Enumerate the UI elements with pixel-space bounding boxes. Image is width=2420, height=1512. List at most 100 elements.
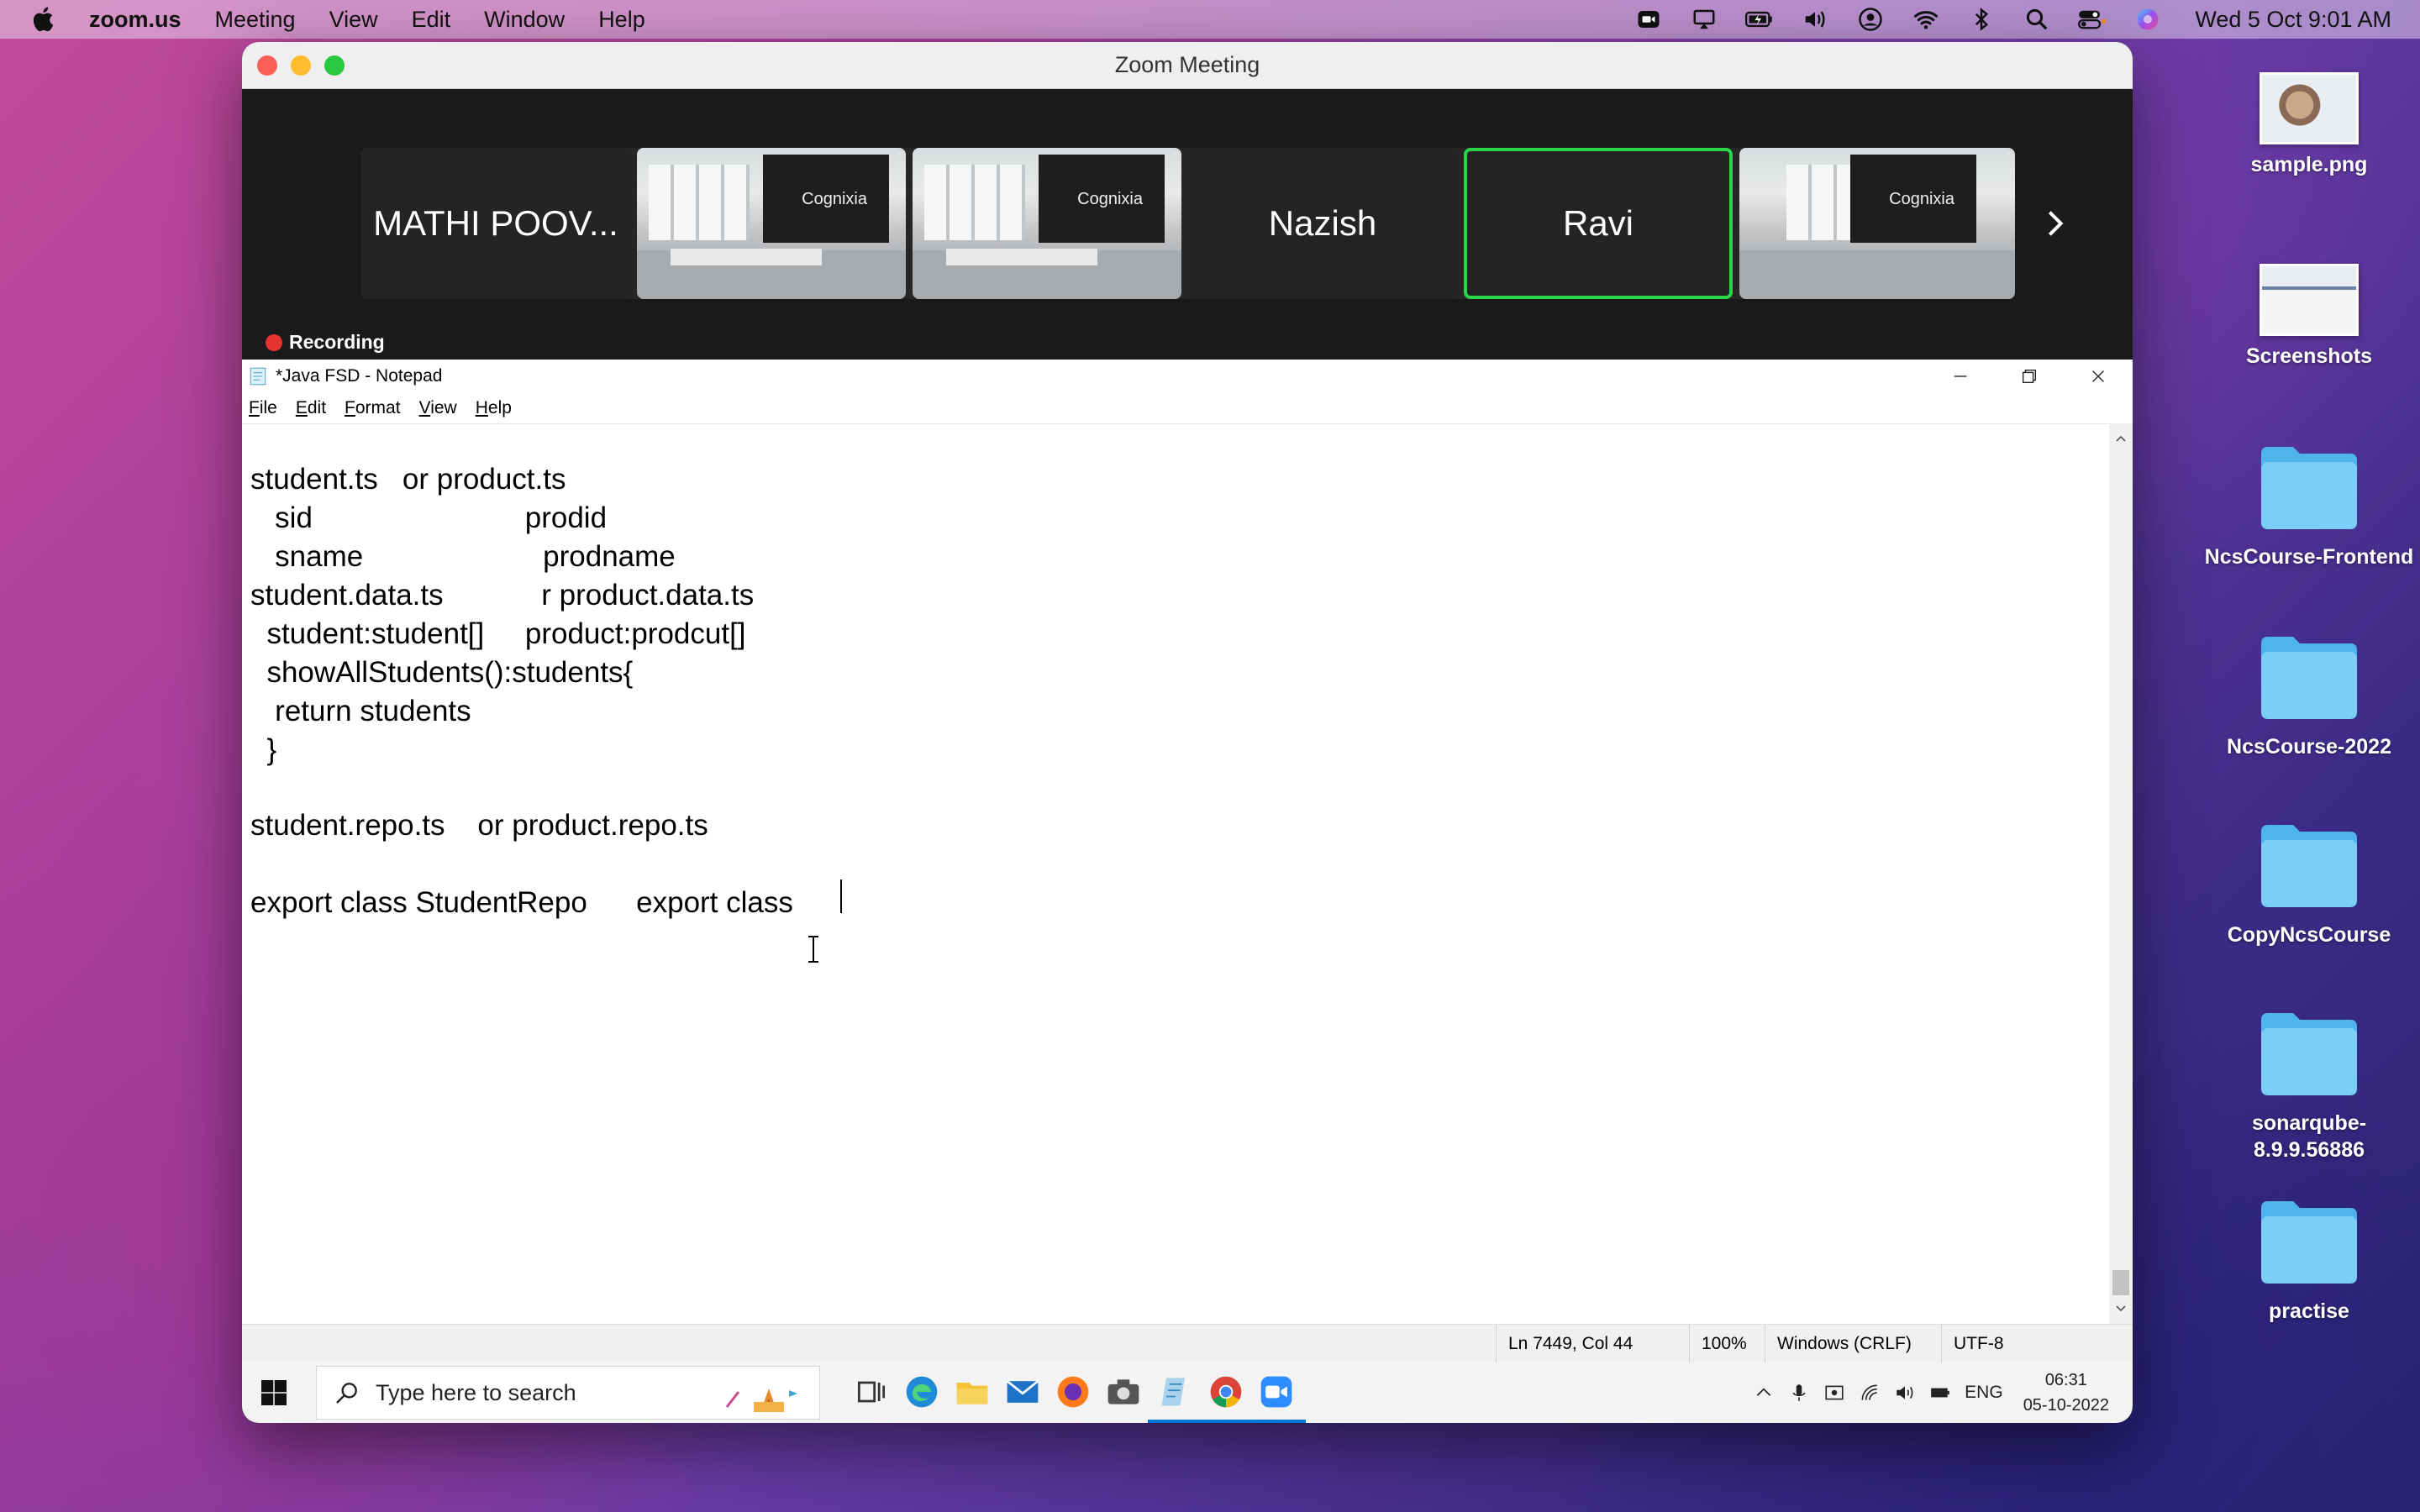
chevron-up-icon[interactable] [1753, 1382, 1775, 1404]
task-view-icon[interactable] [852, 1373, 891, 1411]
desktop-folder-sonarqube[interactable]: sonarqube-8.9.9.56886 [2200, 1008, 2418, 1163]
menu-bar-clock[interactable]: Wed 5 Oct 9:01 AM [2195, 7, 2391, 33]
volume-icon[interactable] [1800, 7, 1830, 32]
menu-view[interactable]: View [419, 398, 457, 418]
participant-tile-nazish[interactable]: Nazish [1188, 148, 1457, 299]
zoom-video-icon[interactable] [1634, 7, 1664, 32]
file-explorer-icon[interactable] [953, 1373, 992, 1411]
desktop-item-screenshots[interactable]: Screenshots [2200, 264, 2418, 370]
desktop-item-sample-png[interactable]: sample.png [2200, 72, 2418, 178]
windows-start-icon[interactable] [259, 1378, 289, 1408]
meet-now-icon[interactable] [1823, 1382, 1845, 1404]
folder-icon [2261, 1013, 2357, 1095]
desktop-folder-ncscourse-2022[interactable]: NcsCourse-2022 [2200, 632, 2418, 760]
menu-view[interactable]: View [329, 7, 378, 33]
edge-browser-icon[interactable] [902, 1373, 941, 1411]
restore-icon [2022, 369, 2037, 384]
notepad-minimize-button[interactable] [1926, 360, 1995, 393]
recording-indicator[interactable]: Recording [266, 331, 385, 354]
speaker-icon[interactable] [1894, 1382, 1916, 1404]
menu-edit[interactable]: Edit [296, 398, 326, 418]
notepad-text-area[interactable]: student.ts or product.ts sid prodid snam… [242, 423, 2109, 1324]
wifi-icon[interactable] [1911, 7, 1941, 32]
desktop-folder-practise[interactable]: practise [2200, 1196, 2418, 1325]
text-line: student.data.ts r product.data.ts [250, 579, 755, 612]
text-line: sid prodid [250, 501, 608, 534]
chrome-icon[interactable] [1207, 1373, 1245, 1411]
text-line: student.ts or product.ts [250, 463, 566, 496]
spotlight-search-icon[interactable] [2022, 7, 2052, 32]
battery-icon[interactable] [1744, 7, 1775, 32]
zoom-title-bar[interactable]: Zoom Meeting [242, 42, 2133, 89]
zoom-taskbar-icon[interactable] [1257, 1373, 1296, 1411]
notepad-title-bar[interactable]: *Java FSD - Notepad [242, 360, 2133, 393]
menu-file[interactable]: File [249, 398, 277, 418]
fullscreen-window-button[interactable] [324, 55, 345, 76]
language-indicator[interactable]: ENG [1965, 1383, 2003, 1403]
camera-icon[interactable] [1104, 1373, 1143, 1411]
siri-icon[interactable] [2133, 7, 2163, 32]
taskbar-date: 05-10-2022 [2023, 1396, 2109, 1415]
notepad-window-controls [1926, 360, 2133, 393]
screenshot-thumbnail [2260, 264, 2359, 336]
screen-mirroring-icon[interactable] [1689, 7, 1719, 32]
taskbar-search-box[interactable]: Type here to search [316, 1366, 820, 1420]
office-window-image [649, 165, 750, 240]
menu-app-name[interactable]: zoom.us [89, 7, 182, 33]
menu-help[interactable]: Help [598, 7, 645, 33]
bluetooth-icon[interactable] [1966, 7, 1996, 32]
apple-icon[interactable] [30, 4, 59, 34]
notepad-taskbar-icon[interactable] [1156, 1373, 1195, 1411]
macos-menu-bar: zoom.us Meeting View Edit Window Help We… [0, 0, 2420, 39]
participant-tile-ravi-active-speaker[interactable]: Ravi [1464, 148, 1733, 299]
network-icon[interactable] [1859, 1382, 1881, 1404]
status-line-ending: Windows (CRLF) [1765, 1325, 1941, 1363]
notepad-restore-button[interactable] [1995, 360, 2064, 393]
participant-name: MATHI POOV... [373, 203, 618, 243]
close-window-button[interactable] [257, 55, 277, 76]
scroll-down-icon[interactable] [2112, 1300, 2129, 1317]
menu-window[interactable]: Window [484, 7, 565, 33]
desktop-folder-copyncscourse[interactable]: CopyNcsCourse [2200, 820, 2418, 948]
ibeam-cursor-icon [808, 936, 818, 963]
microphone-icon[interactable] [1788, 1382, 1810, 1404]
participant-tile-video[interactable]: Cognixia [913, 148, 1181, 299]
search-icon [336, 1383, 357, 1404]
control-center-icon[interactable] [2077, 7, 2107, 32]
chevron-right-icon[interactable] [2039, 207, 2072, 240]
notepad-active-indicator [1148, 1420, 1205, 1423]
office-window-image [924, 165, 1025, 240]
menu-edit[interactable]: Edit [412, 7, 451, 33]
notepad-status-bar: Ln 7449, Col 44 100% Windows (CRLF) UTF-… [242, 1324, 2133, 1363]
menu-meeting[interactable]: Meeting [215, 7, 296, 33]
desktop-item-label: sample.png [2250, 153, 2368, 176]
folder-icon [2261, 447, 2357, 529]
desktop-item-label: NcsCourse-Frontend [2204, 545, 2414, 569]
participant-tile-video[interactable]: Cognixia [1739, 148, 2015, 299]
menu-format[interactable]: Format [345, 398, 401, 418]
minimize-window-button[interactable] [291, 55, 311, 76]
taskbar-clock[interactable]: 06:31 05-10-2022 [2023, 1368, 2109, 1418]
participant-tile-mathi[interactable]: MATHI POOV... [361, 148, 630, 299]
user-account-icon[interactable] [1855, 7, 1886, 32]
notepad-close-button[interactable] [2064, 360, 2133, 393]
system-tray: ENG 06:31 05-10-2022 [1753, 1362, 2121, 1423]
mail-icon[interactable] [1003, 1373, 1042, 1411]
firefox-icon[interactable] [1054, 1373, 1092, 1411]
participant-tile-video[interactable]: Cognixia [637, 148, 906, 299]
office-desk-image [671, 249, 822, 265]
desktop-item-label: Screenshots [2245, 344, 2373, 368]
text-caret [840, 879, 842, 913]
battery-tray-icon[interactable] [1929, 1382, 1951, 1404]
search-highlight-illustration-icon [710, 1373, 814, 1415]
scroll-up-icon[interactable] [2112, 430, 2129, 447]
minimize-icon [1954, 375, 1967, 377]
notepad-title: *Java FSD - Notepad [276, 366, 443, 386]
menu-help[interactable]: Help [476, 398, 512, 418]
scrollbar-thumb[interactable] [2112, 1270, 2129, 1295]
text-line: student:student[] product:prodcut[] [250, 617, 746, 650]
vertical-scrollbar[interactable] [2109, 423, 2133, 1324]
desktop-folder-ncscourse-frontend[interactable]: NcsCourse-Frontend [2200, 442, 2418, 570]
menu-bar-status-area: Wed 5 Oct 9:01 AM [1634, 0, 2391, 39]
participant-name: Nazish [1268, 203, 1377, 243]
